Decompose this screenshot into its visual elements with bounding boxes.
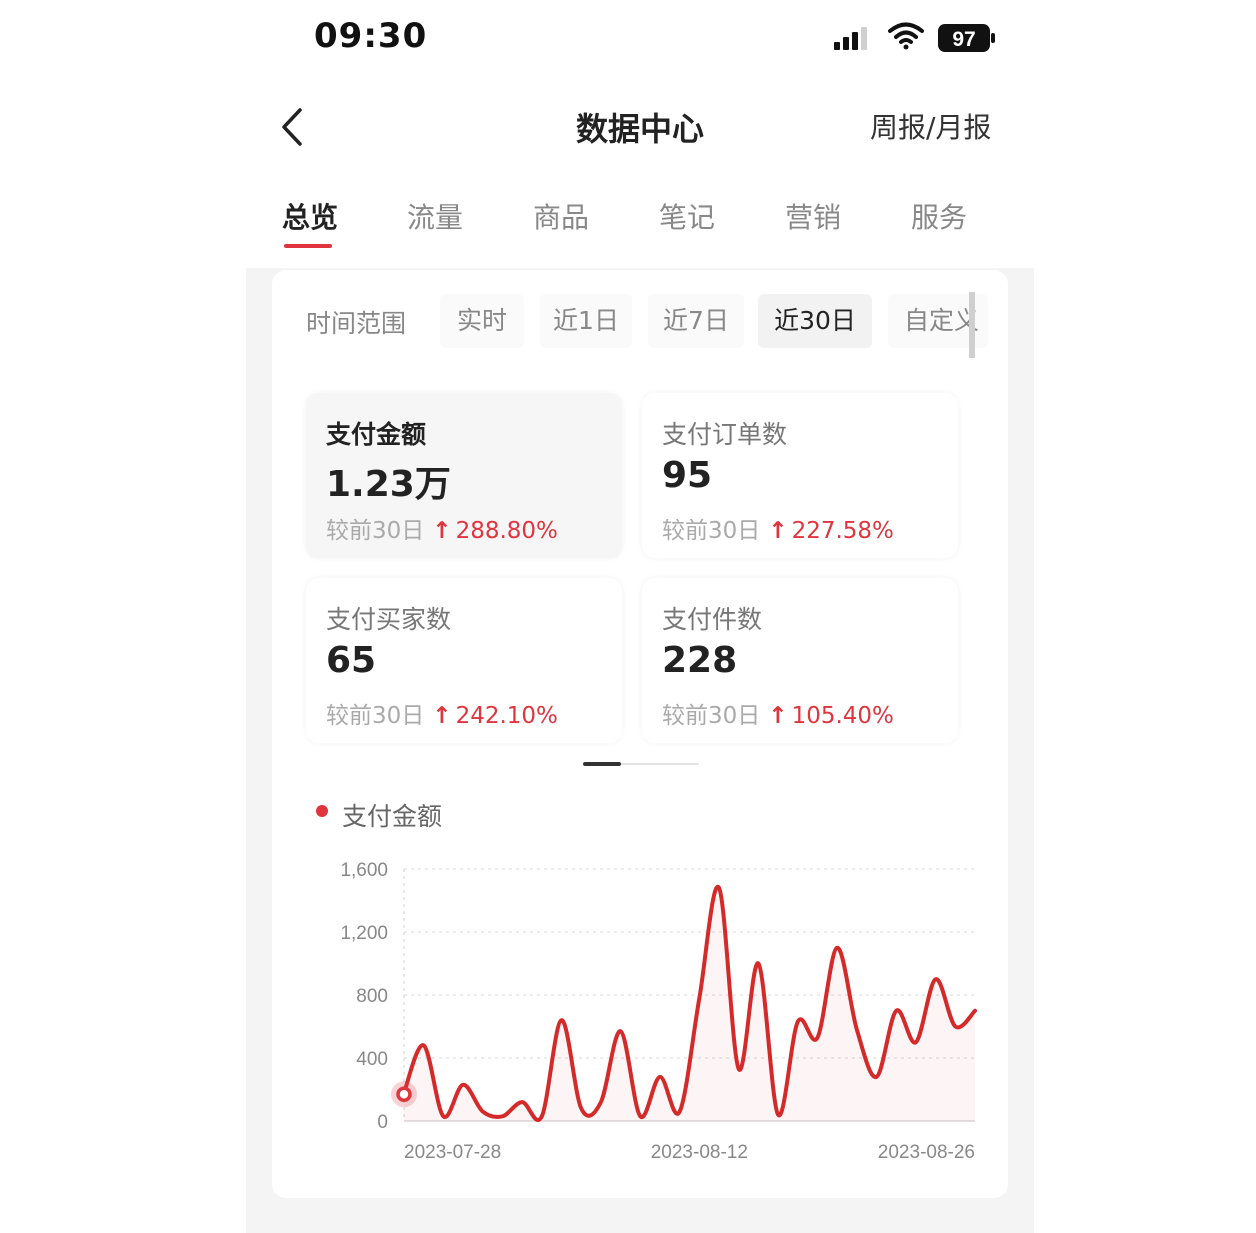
legend-label: 支付金额 [342,802,443,831]
x-tick-label: 2023-07-28 [404,1142,501,1163]
payment-amount-chart[interactable]: 1,600 1,200 800 400 0 2023-07-28 2023-08-12 202… [330,850,990,1170]
metric-compare: 较前30日 ↑ 105.40% [662,696,894,730]
range-30d-button[interactable]: 近30日 [758,294,872,348]
x-tick-label: 2023-08-26 [878,1142,975,1163]
metric-value: 95 [662,455,713,496]
report-link[interactable]: 周报/月报 [870,106,991,146]
y-tick-label: 800 [356,986,388,1007]
compare-label: 较前30日 [326,703,425,729]
tab-products[interactable]: 商品 [533,196,589,236]
page-title: 数据中心 [575,110,704,148]
arrow-up-icon: ↑ [432,703,452,729]
status-time: 09:30 [314,16,428,56]
metric-change: 288.80% [455,518,558,544]
metric-card-payment-amount[interactable]: 支付金额 1.23万 较前30日 ↑ 288.80% [306,393,622,558]
back-icon[interactable] [276,104,312,150]
x-tick-label: 2023-08-12 [651,1142,748,1163]
wifi-icon [888,22,924,50]
y-tick-label: 1,600 [340,860,388,881]
metric-change: 105.40% [791,703,894,729]
arrow-up-icon: ↑ [768,703,788,729]
tab-bar: 总览 流量 商品 笔记 营销 服务 [278,196,998,256]
y-tick-label: 1,200 [340,923,388,944]
range-1d-button[interactable]: 近1日 [540,294,632,348]
tab-traffic[interactable]: 流量 [407,196,463,236]
metric-label: 支付件数 [662,605,763,634]
metric-compare: 较前30日 ↑ 242.10% [326,696,558,730]
metric-compare: 较前30日 ↑ 227.58% [662,511,894,545]
metric-label: 支付订单数 [662,420,788,449]
metric-value: 65 [326,640,377,681]
signal-icon [834,27,867,50]
compare-label: 较前30日 [662,703,761,729]
metric-label: 支付金额 [326,420,427,449]
metric-label: 支付买家数 [326,605,452,634]
scroll-edge [969,292,975,358]
range-realtime-button[interactable]: 实时 [440,294,524,348]
metric-compare: 较前30日 ↑ 288.80% [326,511,558,545]
metric-change: 227.58% [791,518,894,544]
y-tick-label: 400 [356,1049,388,1070]
series-area [404,886,975,1121]
highlight-marker [396,1086,412,1102]
y-tick-label: 0 [377,1112,388,1133]
metric-value: 1.23万 [326,464,451,505]
metric-card-payment-buyers[interactable]: 支付买家数 65 较前30日 ↑ 242.10% [306,578,622,743]
compare-label: 较前30日 [662,518,761,544]
range-7d-button[interactable]: 近7日 [648,294,744,348]
metric-card-payment-orders[interactable]: 支付订单数 95 较前30日 ↑ 227.58% [642,393,958,558]
compare-label: 较前30日 [326,518,425,544]
metric-card-payment-items[interactable]: 支付件数 228 较前30日 ↑ 105.40% [642,578,958,743]
tab-service[interactable]: 服务 [911,196,967,236]
tab-marketing[interactable]: 营销 [785,196,841,236]
tab-active-indicator [284,244,332,248]
metric-change: 242.10% [455,703,558,729]
battery-icon: 97 [938,24,995,52]
tab-overview[interactable]: 总览 [282,196,338,236]
battery-level: 97 [952,28,975,51]
page-indicator [583,762,699,766]
tab-notes[interactable]: 笔记 [659,196,715,236]
arrow-up-icon: ↑ [432,518,452,544]
legend-marker [316,805,328,817]
metric-value: 228 [662,640,738,681]
arrow-up-icon: ↑ [768,518,788,544]
time-range-label: 时间范围 [306,309,407,338]
